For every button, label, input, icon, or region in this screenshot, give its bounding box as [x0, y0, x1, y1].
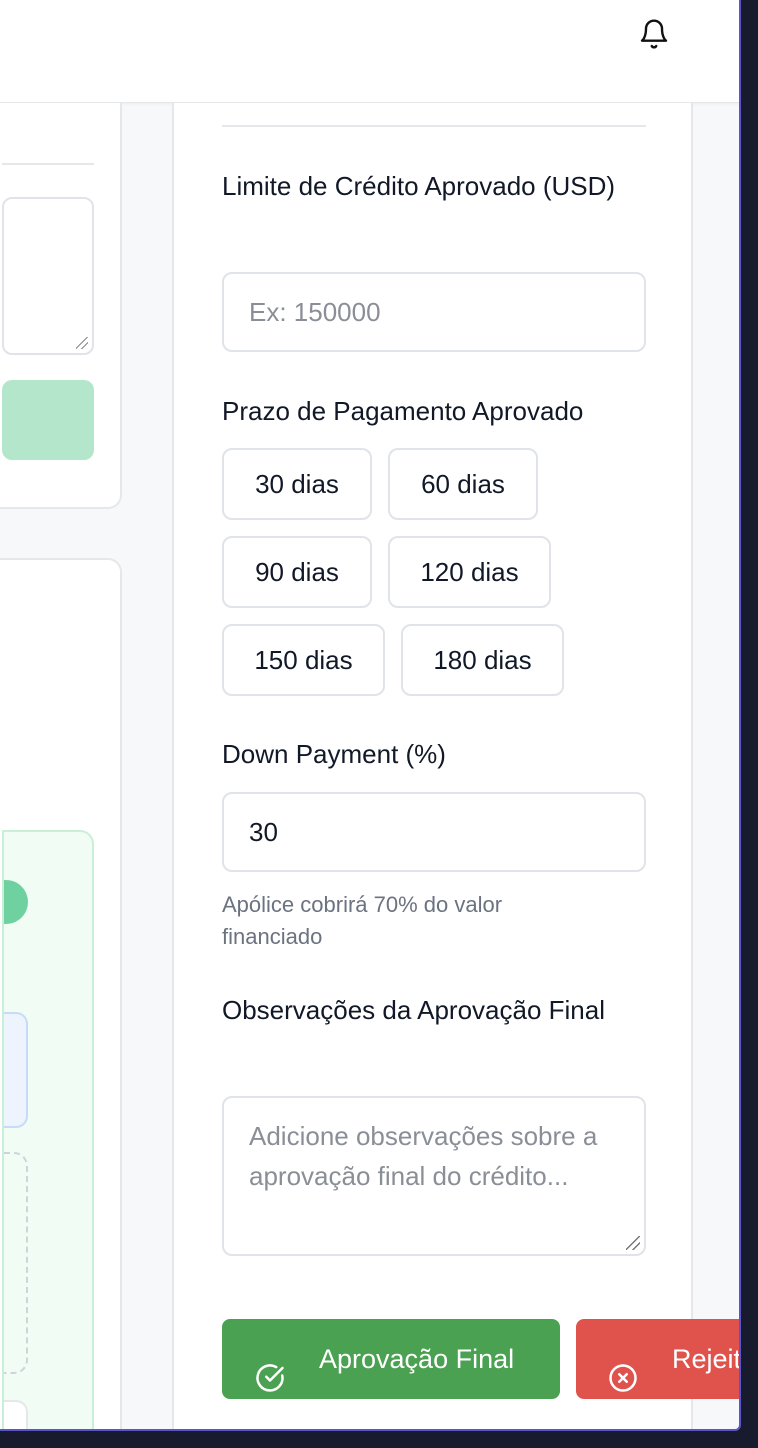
status-pill — [4, 880, 28, 924]
panel-divider — [222, 125, 646, 127]
credit-limit-input[interactable] — [222, 272, 646, 352]
resize-grip[interactable] — [626, 1236, 640, 1250]
left-card-top — [0, 103, 122, 509]
final-approval-button[interactable]: Aprovação Final — [222, 1319, 560, 1399]
info-box — [4, 1012, 28, 1128]
term-option-150[interactable]: 150 dias — [222, 624, 385, 696]
reject-button[interactable]: Rejeitar — [576, 1319, 741, 1399]
term-option-60[interactable]: 60 dias — [388, 448, 538, 520]
term-option-90[interactable]: 90 dias — [222, 536, 372, 608]
check-circle-icon — [255, 1344, 285, 1392]
top-bar — [0, 0, 739, 103]
left-bottom-card — [4, 1400, 28, 1429]
resize-grip[interactable] — [76, 337, 88, 349]
observations-label: Observações da Aprovação Final — [222, 995, 605, 1025]
term-option-180[interactable]: 180 dias — [401, 624, 564, 696]
final-approval-label: Aprovação Final — [319, 1344, 515, 1374]
final-approval-panel: Limite de Crédito Aprovado (USD) Prazo d… — [172, 103, 739, 1429]
bell-icon[interactable] — [638, 18, 670, 50]
x-circle-icon — [608, 1344, 638, 1392]
left-textarea[interactable] — [2, 197, 94, 355]
left-action-button[interactable] — [2, 380, 94, 460]
divider — [2, 163, 94, 165]
observations-textarea[interactable] — [222, 1096, 646, 1256]
credit-limit-label: Limite de Crédito Aprovado (USD) — [222, 171, 616, 201]
left-card-bottom — [0, 558, 122, 1429]
upload-dropzone[interactable] — [4, 1152, 28, 1374]
term-option-30[interactable]: 30 dias — [222, 448, 372, 520]
term-option-120[interactable]: 120 dias — [388, 536, 551, 608]
left-green-section — [2, 830, 94, 1429]
down-payment-input[interactable] — [222, 792, 646, 872]
down-payment-hint: Apólice cobrirá 70% do valor financiado — [222, 892, 503, 949]
payment-term-label: Prazo de Pagamento Aprovado — [222, 396, 584, 426]
app-window: Limite de Crédito Aprovado (USD) Prazo d… — [0, 0, 741, 1431]
reject-label: Rejeitar — [672, 1344, 741, 1374]
down-payment-label: Down Payment (%) — [222, 739, 446, 769]
